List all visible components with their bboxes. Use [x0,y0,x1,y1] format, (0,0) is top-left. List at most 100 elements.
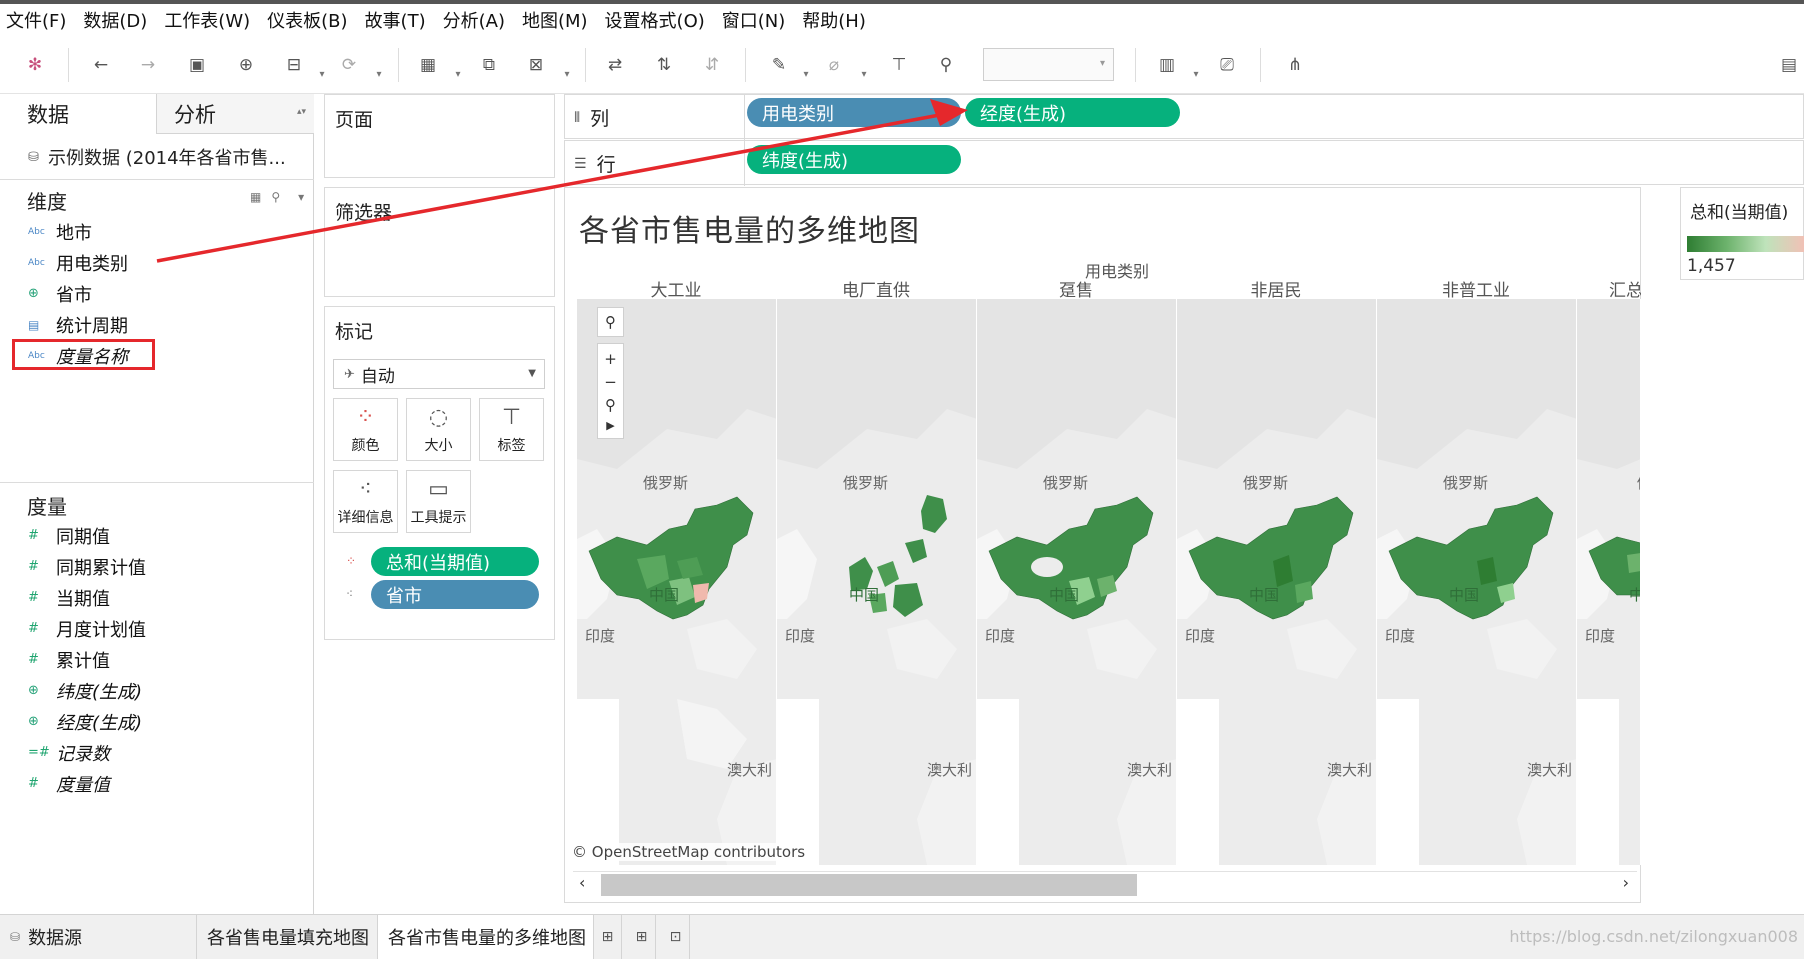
menu-format[interactable]: 设置格式(O) [605,7,705,33]
tab-sheet[interactable]: 各省售电量填充地图 [196,915,378,959]
new-datasource-icon[interactable]: ⊕ [231,50,261,80]
zoom-out-icon[interactable]: − [604,373,617,391]
new-worksheet-icon[interactable]: ▦ [413,50,443,80]
expand-toolbar-icon[interactable]: ▶ [606,419,614,432]
search-icon[interactable]: ⚲ [271,190,280,204]
chevron-down-icon[interactable]: ▾ [298,190,304,204]
menu-dashboard[interactable]: 仪表板(B) [267,7,347,33]
detail-button[interactable]: ⁖ 详细信息 [333,470,398,533]
measure-field[interactable]: ⊕ 纬度(生成) [28,677,142,704]
detail-pill[interactable]: 省市 [371,580,539,609]
measure-field[interactable]: # 度量值 [28,770,110,797]
map-panel[interactable]: 俄罗斯 印度 中国 澳大利 ⚲ + − ⚲ ▶ [577,299,777,865]
scroll-left-icon[interactable]: ‹ [579,873,585,892]
save-icon[interactable]: ▣ [182,50,212,80]
highlight-icon[interactable]: ✎ [764,50,794,80]
color-button[interactable]: ⁘ 颜色 [333,398,398,461]
tab-sheet-active[interactable]: 各省市售电量的多维地图 [378,915,594,959]
map-search-button[interactable]: ⚲ [597,307,624,337]
map-panel[interactable]: 俄罗斯 印度 中国 澳大利 [1377,299,1577,865]
zoom-in-icon[interactable]: + [604,350,617,368]
measure-field[interactable]: # 同期累计值 [28,553,146,580]
sort-descending-icon[interactable]: ⇵ [697,50,727,80]
map-attribution[interactable]: © OpenStreetMap contributors [569,843,809,861]
tab-datasource[interactable]: ⛁ 数据源 [0,915,196,959]
pages-card[interactable]: 页面 [324,94,555,178]
filters-card[interactable]: 筛选器 [324,187,555,297]
tooltip-button[interactable]: ▭ 工具提示 [406,470,471,533]
color-legend[interactable]: 总和(当期值) 1,457 [1680,187,1804,280]
dropdown-icon[interactable]: ▾ [561,59,573,89]
clear-sheet-icon[interactable]: ⊠ [521,50,551,80]
measure-field[interactable]: # 同期值 [28,522,110,549]
pin-icon[interactable]: ⚲ [605,396,616,414]
dropdown-icon[interactable]: ▾ [1190,59,1202,89]
sort-ascending-icon[interactable]: ⇅ [649,50,679,80]
column-header[interactable]: 非普工业 [1377,276,1575,298]
map-panel[interactable]: 俄罗斯 印度 中国 澳大利 [777,299,977,865]
dimension-field[interactable]: ▤ 统计周期 [28,311,128,338]
datasource-item[interactable]: ⛁ 示例数据 (2014年各省市售... [28,144,286,170]
row-pill-latitude[interactable]: 纬度(生成) [747,145,961,174]
menu-window[interactable]: 窗口(N) [722,7,786,33]
dimension-field[interactable]: ⊕ 省市 [28,280,92,307]
label-button[interactable]: ⊤ 标签 [479,398,544,461]
refresh-icon[interactable]: ⟳ [334,50,364,80]
measure-field[interactable]: # 当期值 [28,584,110,611]
measure-field[interactable]: ⊕ 经度(生成) [28,708,142,735]
measure-field[interactable]: # 累计值 [28,646,110,673]
dropdown-icon[interactable]: ▾ [373,59,385,89]
column-header[interactable]: 趸售 [977,276,1175,298]
horizontal-scrollbar[interactable]: ‹ › [573,871,1637,898]
tab-analysis[interactable]: 分析 ▴▾ [156,94,314,134]
dimension-field[interactable]: Abc 地市 [28,218,92,245]
column-header[interactable]: 汇总 [1577,276,1641,298]
menu-analysis[interactable]: 分析(A) [443,7,505,33]
view-list-icon[interactable]: ▦ [250,190,261,204]
mark-type-select[interactable]: ✈ 自动 ▼ [333,359,545,389]
menu-file[interactable]: 文件(F) [6,7,66,33]
column-header[interactable]: 电厂直供 [777,276,975,298]
duplicate-sheet-icon[interactable]: ⧉ [474,50,504,80]
map-panel[interactable]: 俄 印度 中 [1577,299,1641,865]
show-me-panel-icon[interactable]: ▤ [1774,50,1804,80]
new-dashboard-icon[interactable]: ⊞ [628,915,656,959]
scroll-right-icon[interactable]: › [1623,873,1629,892]
map-panel[interactable]: 俄罗斯 印度 中国 澳大利 [1177,299,1377,865]
pin-axes-icon[interactable]: ⚲ [931,50,961,80]
pause-updates-icon[interactable]: ⊟ [279,50,309,80]
presentation-mode-icon[interactable]: ⎚ [1212,50,1242,80]
dropdown-icon[interactable]: ▾ [452,59,464,89]
dropdown-icon[interactable]: ▾ [316,59,328,89]
chevron-down-icon[interactable]: ▴▾ [297,107,306,117]
tableau-logo-icon[interactable]: ✻ [20,50,50,80]
group-members-icon[interactable]: ⌀ [819,50,849,80]
tab-data[interactable]: 数据 [0,94,156,134]
dropdown-icon[interactable]: ▾ [800,59,812,89]
new-story-icon[interactable]: ⊡ [662,915,690,959]
new-worksheet-icon[interactable]: ⊞ [594,915,622,959]
dropdown-icon[interactable]: ▾ [858,59,870,89]
show-me-icon[interactable]: ▥ [1152,50,1182,80]
color-pill[interactable]: 总和(当期值) [371,547,539,576]
redo-icon[interactable]: → [133,50,163,80]
column-header[interactable]: 非居民 [1177,276,1375,298]
scrollbar-thumb[interactable] [601,874,1137,896]
show-mark-labels-icon[interactable]: ⊤ [884,50,914,80]
size-button[interactable]: ◌ 大小 [406,398,471,461]
share-icon[interactable]: ⋔ [1280,50,1310,80]
menu-worksheet[interactable]: 工作表(W) [164,7,250,33]
fit-width-select[interactable]: ▾ [983,48,1114,81]
menu-data[interactable]: 数据(D) [83,7,147,33]
map-panel[interactable]: 俄罗斯 印度 中国 澳大利 [977,299,1177,865]
column-header[interactable]: 大工业 [577,276,775,298]
menu-map[interactable]: 地图(M) [522,7,588,33]
menu-story[interactable]: 故事(T) [365,7,426,33]
dimension-field[interactable]: Abc 用电类别 [28,249,128,276]
column-pill-category[interactable]: 用电类别 [747,98,961,127]
swap-rows-columns-icon[interactable]: ⇄ [600,50,630,80]
undo-icon[interactable]: ← [86,50,116,80]
measure-field[interactable]: # 月度计划值 [28,615,146,642]
column-pill-longitude[interactable]: 经度(生成) [965,98,1180,127]
measure-field[interactable]: =# 记录数 [28,739,110,766]
